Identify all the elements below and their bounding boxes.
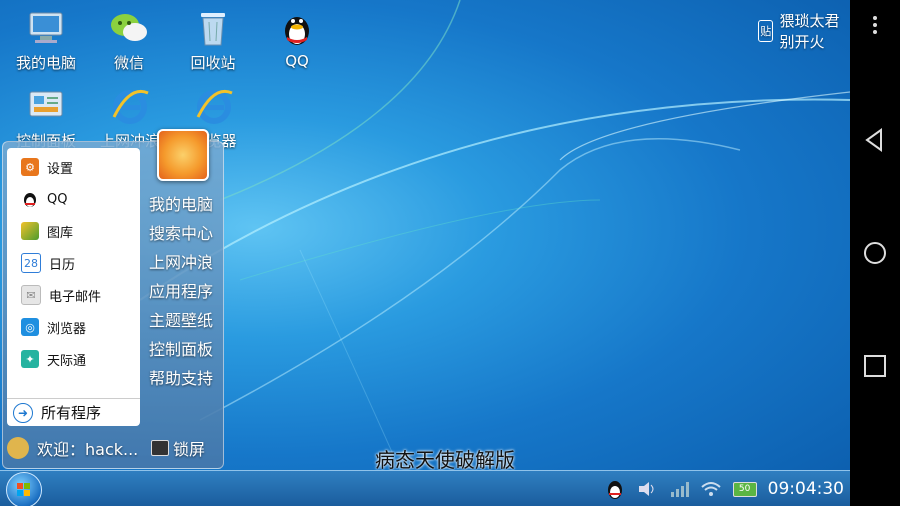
- menu-item-settings[interactable]: ⚙ 设置: [21, 155, 73, 179]
- recents-icon[interactable]: [863, 354, 887, 378]
- calendar-icon: 28: [21, 253, 41, 273]
- gallery-icon: [21, 222, 39, 240]
- menu-item-gallery[interactable]: 图库: [21, 219, 73, 243]
- tieba-watermark: 贴 猥琐太君别开火: [758, 10, 850, 52]
- tieba-logo: 贴: [758, 20, 774, 42]
- icon-label: 我的电脑: [15, 54, 76, 72]
- menu-item-qq[interactable]: QQ: [21, 187, 67, 211]
- start-right-search[interactable]: 搜索中心: [149, 220, 213, 244]
- subtitle-text: 病态天使破解版: [375, 448, 515, 472]
- start-right-help[interactable]: 帮助支持: [149, 365, 213, 389]
- menu-item-skyroam[interactable]: ✦ 天际通: [21, 347, 86, 371]
- desktop-icon-qq[interactable]: QQ: [257, 8, 337, 70]
- recycle-bin-icon: [193, 8, 233, 48]
- watermark-text: 猥琐太君别开火: [779, 12, 840, 51]
- menu-item-browser[interactable]: ◎ 浏览器: [21, 315, 86, 339]
- wechat-icon: [109, 8, 149, 48]
- skyroam-icon: ✦: [21, 350, 39, 368]
- start-menu: ⚙ 设置 QQ 图库 28 日历 ✉ 电子邮件 ◎ 浏览器 ✦ 天际通 ➜ 所有…: [2, 129, 224, 469]
- desktop-icon-my-computer[interactable]: 我的电脑: [6, 8, 86, 73]
- system-tray: 50 09:04:30: [604, 471, 844, 506]
- all-programs-button[interactable]: ➜ 所有程序: [7, 398, 140, 426]
- desktop-icon-wechat[interactable]: 微信: [89, 8, 169, 73]
- battery-icon: 50: [732, 478, 758, 500]
- lock-screen-button[interactable]: 锁屏: [151, 436, 205, 460]
- qq-penguin-icon: [21, 190, 39, 208]
- user-badge-icon: [7, 437, 29, 459]
- settings-icon: ⚙: [21, 158, 39, 176]
- desktop[interactable]: 我的电脑 微信 回收站 QQ 控制面板 上网冲浪 浏览器: [0, 0, 850, 506]
- start-menu-program-list: ⚙ 设置 QQ 图库 28 日历 ✉ 电子邮件 ◎ 浏览器 ✦ 天际通 ➜ 所有…: [7, 148, 140, 426]
- start-menu-footer: 欢迎：hack... 锁屏: [7, 434, 221, 462]
- menu-item-calendar[interactable]: 28 日历: [21, 251, 75, 275]
- windows-logo-icon: [17, 483, 30, 496]
- welcome-text: 欢迎：hack...: [37, 440, 139, 459]
- qq-penguin-icon[interactable]: [604, 478, 626, 500]
- icon-label: QQ: [285, 52, 309, 70]
- start-right-control-panel[interactable]: 控制面板: [149, 336, 213, 360]
- qq-penguin-icon: [277, 8, 317, 48]
- start-right-internet[interactable]: 上网冲浪: [149, 249, 213, 273]
- volume-icon[interactable]: [636, 478, 658, 500]
- signal-icon: [668, 478, 690, 500]
- icon-label: 回收站: [190, 54, 236, 72]
- computer-icon: [26, 8, 66, 48]
- user-avatar[interactable]: [157, 129, 209, 181]
- icon-label: 微信: [113, 54, 144, 72]
- desktop-icon-recycle-bin[interactable]: 回收站: [173, 8, 253, 73]
- home-icon[interactable]: [863, 241, 887, 265]
- start-button[interactable]: [6, 472, 42, 506]
- browser-icon: ◎: [21, 318, 39, 336]
- menu-item-mail[interactable]: ✉ 电子邮件: [21, 283, 101, 307]
- control-panel-icon: [26, 86, 66, 126]
- start-right-themes[interactable]: 主题壁纸: [149, 307, 213, 331]
- ie-icon: [194, 86, 234, 126]
- mail-icon: ✉: [21, 285, 41, 305]
- wifi-icon[interactable]: [700, 478, 722, 500]
- back-icon[interactable]: [863, 128, 887, 152]
- android-navigation-bar: [850, 0, 900, 506]
- clock[interactable]: 09:04:30: [768, 479, 844, 499]
- taskbar: 50 09:04:30: [0, 470, 850, 506]
- start-right-my-computer[interactable]: 我的电脑: [149, 191, 213, 215]
- start-right-apps[interactable]: 应用程序: [149, 278, 213, 302]
- arrow-right-icon: ➜: [13, 402, 33, 423]
- ie-icon: [110, 86, 150, 126]
- lock-icon: [151, 440, 169, 456]
- overflow-menu-icon[interactable]: [870, 14, 880, 36]
